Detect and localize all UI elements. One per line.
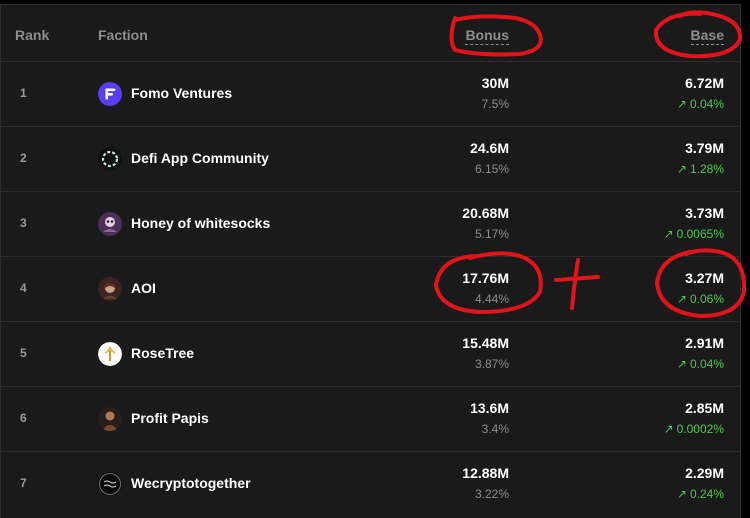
rank-column-header[interactable]: Rank [15, 27, 49, 43]
base-column-header[interactable]: Base [690, 27, 724, 45]
table-row[interactable]: 5 RoseTree 15.48M 3.87% 2.91M ↗ 0.04% [1, 322, 740, 387]
bonus-percent: 3.87% [474, 357, 509, 371]
bonus-percent: 5.17% [474, 227, 509, 241]
base-value: 2.91M [685, 335, 724, 351]
bonus-value: 20.68M [462, 205, 509, 221]
faction-name[interactable]: Wecryptotogether [131, 475, 251, 491]
base-value: 6.72M [685, 75, 724, 91]
rank-number: 2 [20, 151, 27, 165]
base-change: ↗ 0.24% [677, 487, 724, 501]
bonus-percent: 7.5% [481, 97, 509, 111]
base-change: ↗ 0.0002% [664, 422, 724, 436]
faction-name[interactable]: Fomo Ventures [131, 85, 232, 101]
base-change: ↗ 0.0065% [664, 227, 724, 241]
base-change: ↗ 1.28% [677, 162, 724, 176]
base-change-value: 0.04% [689, 357, 724, 371]
base-change-value: 0.04% [689, 97, 724, 111]
rank-number: 5 [20, 346, 27, 360]
rosetree-logo-icon [98, 342, 122, 366]
table-row[interactable]: 1 Fomo Ventures 30M 7.5% 6.72M ↗ 0.04% [1, 62, 740, 127]
arrow-up-right-icon: ↗ [663, 422, 674, 436]
table-row[interactable]: 6 Profit Papis 13.6M 3.4% 2.85M ↗ 0.0002% [1, 387, 740, 452]
base-change-value: 0.06% [689, 292, 724, 306]
bonus-value: 30M [481, 75, 509, 91]
faction-name[interactable]: Defi App Community [131, 150, 269, 166]
honey-whitesocks-logo-icon [98, 212, 122, 236]
bonus-percent: 3.22% [474, 487, 509, 501]
bonus-value: 17.76M [462, 270, 509, 286]
bonus-value: 24.6M [470, 140, 509, 156]
rank-number: 6 [20, 411, 27, 425]
base-change: ↗ 0.04% [677, 97, 724, 111]
rank-number: 4 [20, 281, 27, 295]
base-value: 3.73M [685, 205, 724, 221]
table-row[interactable]: 7 Wecryptotogether 12.88M 3.22% 2.29M ↗ 0… [1, 452, 740, 517]
bonus-percent: 4.44% [474, 292, 509, 306]
arrow-up-right-icon: ↗ [676, 162, 687, 176]
base-value: 2.29M [685, 465, 724, 481]
faction-column-header[interactable]: Faction [98, 27, 148, 43]
bonus-percent: 6.15% [474, 162, 509, 176]
base-change: ↗ 0.04% [677, 357, 724, 371]
rank-number: 7 [20, 476, 27, 490]
base-value: 3.27M [685, 270, 724, 286]
aoi-logo-icon [98, 277, 122, 301]
bonus-value: 13.6M [470, 400, 509, 416]
table-header: Rank Faction Bonus Base [1, 5, 740, 62]
base-change: ↗ 0.06% [677, 292, 724, 306]
rank-number: 3 [20, 216, 27, 230]
arrow-up-right-icon: ↗ [676, 487, 687, 501]
faction-name[interactable]: AOI [131, 280, 156, 296]
arrow-up-right-icon: ↗ [676, 357, 687, 371]
bonus-column-header[interactable]: Bonus [465, 27, 509, 45]
faction-name[interactable]: RoseTree [131, 345, 194, 361]
bonus-value: 15.48M [462, 335, 509, 351]
profit-papis-logo-icon [98, 407, 122, 431]
defi-app-logo-icon [98, 147, 122, 171]
rank-number: 1 [20, 86, 27, 100]
table-row[interactable]: 4 AOI 17.76M 4.44% 3.27M ↗ 0.06% [1, 257, 740, 322]
arrow-up-right-icon: ↗ [663, 227, 674, 241]
base-change-value: 0.0065% [676, 227, 724, 241]
fomo-ventures-logo-icon [98, 82, 122, 106]
arrow-up-right-icon: ↗ [676, 97, 687, 111]
faction-name[interactable]: Profit Papis [131, 410, 209, 426]
base-change-value: 0.0002% [676, 422, 724, 436]
faction-leaderboard-table: Rank Faction Bonus Base 1 Fomo Ventures … [0, 4, 741, 518]
table-row[interactable]: 2 Defi App Community 24.6M 6.15% 3.79M ↗… [1, 127, 740, 192]
arrow-up-right-icon: ↗ [676, 292, 687, 306]
bonus-percent: 3.4% [481, 422, 509, 436]
base-change-value: 1.28% [689, 162, 724, 176]
base-value: 3.79M [685, 140, 724, 156]
base-change-value: 0.24% [689, 487, 724, 501]
table-row[interactable]: 3 Honey of whitesocks 20.68M 5.17% 3.73M… [1, 192, 740, 257]
base-value: 2.85M [685, 400, 724, 416]
bonus-value: 12.88M [462, 465, 509, 481]
wecryptotogether-logo-icon [98, 472, 122, 496]
faction-name[interactable]: Honey of whitesocks [131, 215, 270, 231]
